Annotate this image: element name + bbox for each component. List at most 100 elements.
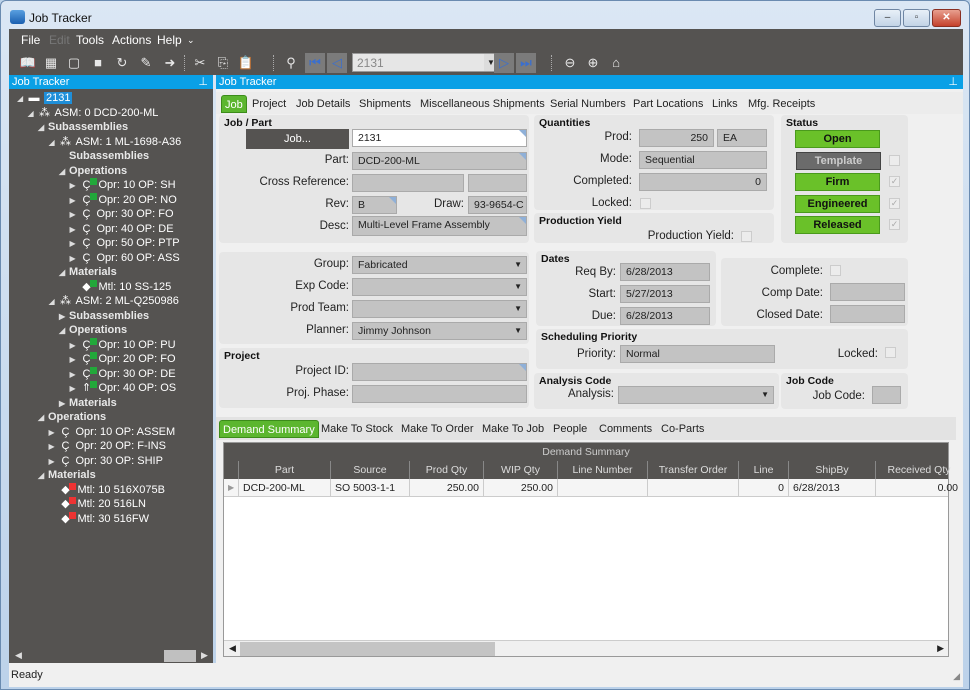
row-selector-icon[interactable]: ▶ [228,479,234,497]
next-record-icon[interactable]: ▷ [494,53,514,73]
menu-file[interactable]: File [21,33,40,47]
subtab-comments[interactable]: Comments [599,420,652,438]
closed-date-field[interactable] [830,305,905,323]
collapse-icon[interactable]: ◢ [49,135,59,150]
menu-help[interactable]: Help [157,33,182,47]
scroll-left-icon[interactable]: ◀ [15,650,22,661]
table-cell[interactable]: 0 [738,479,788,497]
expand-icon[interactable]: ▶ [70,207,80,222]
scroll-right-icon[interactable]: ▶ [937,643,944,654]
expand-icon[interactable]: ▶ [70,251,80,266]
firm-checkbox[interactable]: ✓ [889,176,900,187]
tree-node[interactable]: ◢ Subassemblies [38,120,128,135]
prod-qty-field[interactable]: 250 [639,129,714,147]
job-number-field[interactable]: 2131 [352,129,527,147]
scroll-right-icon[interactable]: ▶ [201,650,208,661]
expand-icon[interactable]: ▶ [70,381,80,396]
table-cell[interactable]: SO 5003-1-1 [330,479,409,497]
menu-tools[interactable]: Tools [76,33,104,47]
description-field[interactable]: Multi-Level Frame Assembly [352,216,527,236]
cut-icon[interactable]: ✂ [191,54,209,72]
tree-node[interactable]: ▶ ⇑ Opr: 40 OP: OS [70,381,176,396]
tree-node[interactable]: ◢ ⁂ ASM: 2 ML-Q250986 [49,294,179,309]
subtab-co-parts[interactable]: Co-Parts [661,420,704,438]
priority-field[interactable]: Normal [620,345,775,363]
column-header[interactable]: ShipBy [788,461,875,479]
column-header[interactable]: WIP Qty [483,461,557,479]
production-yield-checkbox[interactable] [741,231,752,242]
status-firm-button[interactable]: Firm [795,173,880,191]
locked-checkbox[interactable] [640,198,651,209]
collapse-icon[interactable]: ◢ [59,323,69,338]
table-cell[interactable]: 6/28/2013 [788,479,875,497]
tab-part-locations[interactable]: Part Locations [633,95,703,113]
column-header[interactable]: Prod Qty [409,461,483,479]
collapse-icon[interactable]: ◢ [59,164,69,179]
proj-phase-field[interactable] [352,385,527,403]
column-header[interactable]: Source [330,461,409,479]
table-cell[interactable]: 250.00 [483,479,557,497]
clear-icon[interactable]: ✎ [137,54,155,72]
open-book-icon[interactable]: 📖 [19,54,37,72]
status-template-button[interactable]: Template [796,152,881,170]
menu-overflow-icon[interactable]: ⌄ [187,35,195,46]
minimize-button[interactable]: ‒ [874,9,901,27]
tab-links[interactable]: Links [712,95,738,113]
expand-icon[interactable]: ▶ [70,352,80,367]
grid-icon[interactable]: ▦ [42,54,60,72]
grid-horizontal-scrollbar[interactable]: ◀ ▶ [224,640,948,656]
forward-circle-icon[interactable]: ➜ [161,54,179,72]
tree-node[interactable]: ◆ Mtl: 10 SS-125 [70,279,171,295]
tree-node[interactable]: ▶ Ç Opr: 20 OP: F-INS [49,439,166,454]
note-icon[interactable]: ▢ [65,54,83,72]
scheduling-locked-checkbox[interactable] [885,347,896,358]
column-header[interactable]: Received Qty [875,461,962,479]
tree-node[interactable]: ▶ Ç Opr: 10 OP: SH [70,178,176,193]
forward-icon[interactable]: ⊕ [584,54,602,72]
pin-icon[interactable]: ⊥ [948,75,958,89]
collapse-icon[interactable]: ◢ [17,91,27,106]
tree-node[interactable]: ▶ Ç Opr: 30 OP: FO [70,207,174,222]
maximize-button[interactable]: ▫ [903,9,930,27]
subtab-people[interactable]: People [553,420,587,438]
square-icon[interactable]: ■ [89,54,107,72]
column-header[interactable]: Line Number [557,461,647,479]
tree-node[interactable]: ▶ Materials [59,396,117,411]
scroll-thumb[interactable] [240,642,495,656]
table-cell[interactable]: 250.00 [409,479,483,497]
tree-node[interactable]: ◢ Materials [59,265,117,280]
completed-field[interactable]: 0 [639,173,767,191]
scroll-left-icon[interactable]: ◀ [229,643,236,654]
tree-node[interactable]: ◆ Mtl: 30 516FW [49,511,149,527]
part-field[interactable]: DCD-200-ML [352,152,527,170]
req-by-field[interactable]: 6/28/2013 [620,263,710,281]
table-cell[interactable] [557,479,647,497]
tree-node[interactable]: ◢ Operations [59,164,127,179]
group-select[interactable]: Fabricated ▼ [352,256,527,274]
tree-node[interactable]: ▶ Ç Opr: 40 OP: DE [70,222,174,237]
engineered-checkbox[interactable]: ✓ [889,198,900,209]
released-checkbox[interactable]: ✓ [889,219,900,230]
collapse-icon[interactable]: ◢ [59,265,69,280]
job-number-combo[interactable]: 2131 ▼ [352,53,499,72]
collapse-icon[interactable]: ◢ [49,294,59,309]
collapse-icon[interactable]: ◢ [38,410,48,425]
cross-reference-field-2[interactable] [468,174,527,192]
tree-horizontal-scrollbar[interactable]: ◀ ▶ [9,649,213,663]
tab-shipments[interactable]: Shipments [359,95,411,113]
cross-reference-field[interactable] [352,174,464,192]
tree-node[interactable]: ◢ ⁂ ASM: 1 ML-1698-A36 [49,135,182,150]
tree-node[interactable]: ▶ Ç Opr: 20 OP: NO [70,192,177,208]
job-code-field[interactable] [872,386,901,404]
paste-icon[interactable]: 📋 [237,54,255,72]
column-header[interactable]: Transfer Order [647,461,738,479]
expand-icon[interactable]: ▶ [59,309,69,324]
subtab-make-to-job[interactable]: Make To Job [482,420,544,438]
tree-node[interactable]: ▶ Ç Opr: 20 OP: FO [70,352,176,367]
status-open-button[interactable]: Open [795,130,880,148]
expand-icon[interactable]: ▶ [59,396,69,411]
home-icon[interactable]: ⌂ [607,54,625,72]
tree-node[interactable]: ◢ Materials [38,468,96,483]
first-record-icon[interactable]: ⏮ [305,53,325,73]
job-button[interactable]: Job... [246,129,349,149]
